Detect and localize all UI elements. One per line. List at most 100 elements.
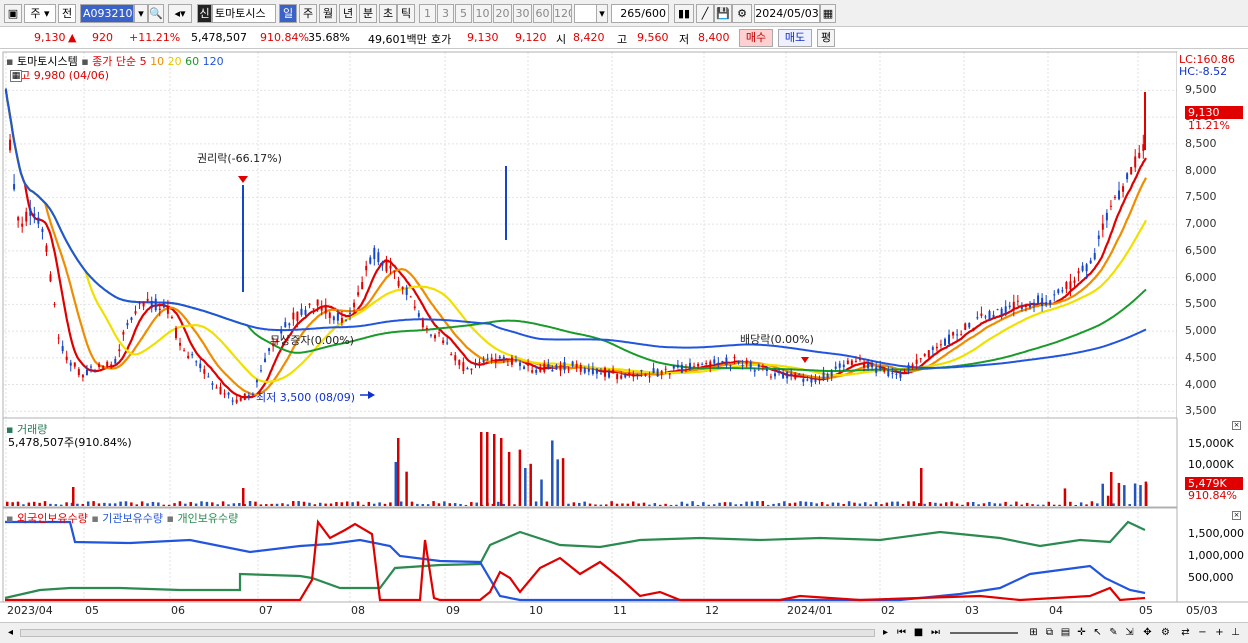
candle-body [482, 360, 485, 363]
candle-body [680, 364, 683, 373]
volume-bar [783, 501, 786, 506]
copy-tool-icon[interactable]: ⧉ [1042, 626, 1057, 640]
volume-bar [318, 502, 322, 506]
volume-bar [81, 503, 85, 506]
candle-body [77, 369, 80, 375]
measure-tool-icon[interactable]: ⇲ [1122, 626, 1137, 640]
candle-body [405, 287, 408, 295]
volume-bar [394, 461, 398, 506]
volume-bar [545, 501, 549, 506]
candle-body [377, 252, 380, 263]
volume-bar [610, 501, 613, 506]
scroll-left-icon[interactable]: ◂ [3, 626, 18, 640]
dividend-annotation: 배당락(0.00%) [740, 333, 814, 346]
volume-bar [113, 503, 117, 506]
candle-body [466, 367, 469, 370]
volume-spike [480, 432, 483, 506]
volume-bar [119, 501, 122, 506]
settings-tool-icon[interactable]: ⚙ [1158, 626, 1173, 640]
forward-icon[interactable]: ⏭ [928, 626, 943, 640]
candle-body [231, 400, 234, 402]
candle-body [150, 300, 153, 309]
volume-bar [1042, 504, 1045, 506]
volume-bar [756, 501, 759, 506]
volume-bar [939, 503, 943, 506]
candle-body [757, 364, 760, 367]
candle-body [684, 369, 687, 371]
volume-bar [658, 504, 662, 506]
rewind-icon[interactable]: ⏮ [894, 626, 909, 640]
candle-body [571, 361, 574, 366]
volume-bar [65, 502, 68, 506]
candle-body [814, 378, 817, 382]
candle-body [353, 302, 356, 308]
x-tick-label: 05/03 [1186, 604, 1218, 617]
candle-body [292, 312, 295, 320]
volume-bar [513, 504, 516, 506]
volume-bar [874, 501, 878, 506]
candle-body [721, 361, 724, 363]
candle-body [13, 184, 16, 190]
zoom-out-icon[interactable]: − [1195, 626, 1210, 640]
pan-tool-icon[interactable]: ✥ [1140, 626, 1155, 640]
calendar-small-icon[interactable]: ▦ [10, 70, 22, 82]
candle-body [191, 354, 194, 356]
candle-body [616, 373, 619, 380]
volume-bar [847, 501, 851, 506]
volume-bar [901, 503, 905, 506]
legend-foreign: 외국인보유수량 [16, 512, 88, 525]
candle-body [486, 358, 489, 360]
volume-bar [853, 502, 856, 506]
volume-bar [518, 449, 522, 506]
grid-tool-icon[interactable]: ⊞ [1026, 626, 1041, 640]
stop-icon[interactable]: ■ [911, 626, 926, 640]
candle-body [316, 299, 319, 306]
volume-bar [977, 504, 980, 506]
volume-bar [982, 503, 986, 506]
x-tick-label: 04 [1049, 604, 1063, 617]
volume-bar [221, 501, 225, 506]
candle-body [166, 306, 169, 314]
volume-bar [739, 504, 743, 506]
volume-bar [729, 502, 732, 506]
draw-tool-icon[interactable]: ✎ [1106, 626, 1121, 640]
pointer-tool-icon[interactable]: ↖ [1090, 626, 1105, 640]
candle-body [697, 363, 700, 367]
volume-bar [167, 504, 171, 506]
volume-bar [86, 501, 90, 506]
scroll-right-icon[interactable]: ▸ [878, 626, 893, 640]
candle-body [948, 334, 951, 344]
horizontal-scrollbar[interactable] [20, 629, 875, 637]
zoom-in-icon[interactable]: + [1212, 626, 1227, 640]
candle-body [251, 394, 254, 396]
volume-bar [432, 501, 435, 506]
candle-body [996, 309, 999, 311]
candle-body [1138, 152, 1141, 158]
zoom-slider[interactable] [950, 632, 1018, 634]
price-tick-label: 6,500 [1185, 243, 1217, 257]
close-holdings-pane-icon[interactable]: × [1232, 511, 1241, 520]
legend-institution: 기관보유수량 [102, 512, 164, 525]
candle-body [636, 374, 639, 376]
toggle-icon[interactable]: ⇄ [1178, 626, 1193, 640]
volume-bar [108, 503, 112, 506]
volume-bar [1069, 501, 1072, 506]
volume-bar [378, 502, 381, 506]
candle-body [1109, 205, 1112, 207]
volume-bar [297, 501, 300, 506]
candle-body [579, 365, 582, 372]
candle-body [490, 357, 493, 362]
crosshair-tool-icon[interactable]: ✛ [1074, 626, 1089, 640]
volume-bar [966, 502, 970, 506]
volume-bar [675, 504, 678, 506]
x-tick-label: 05 [1139, 604, 1153, 617]
layout-tool-icon[interactable]: ▤ [1058, 626, 1073, 640]
candle-body [968, 322, 971, 328]
volume-bar [421, 504, 425, 506]
volume-bar [329, 503, 333, 506]
holdings-tick-500000: 500,000 [1188, 571, 1234, 584]
collapse-icon[interactable]: ⊥ [1228, 626, 1243, 640]
candle-body [373, 247, 376, 260]
candle-body [547, 364, 550, 368]
close-volume-pane-icon[interactable]: × [1232, 421, 1241, 430]
